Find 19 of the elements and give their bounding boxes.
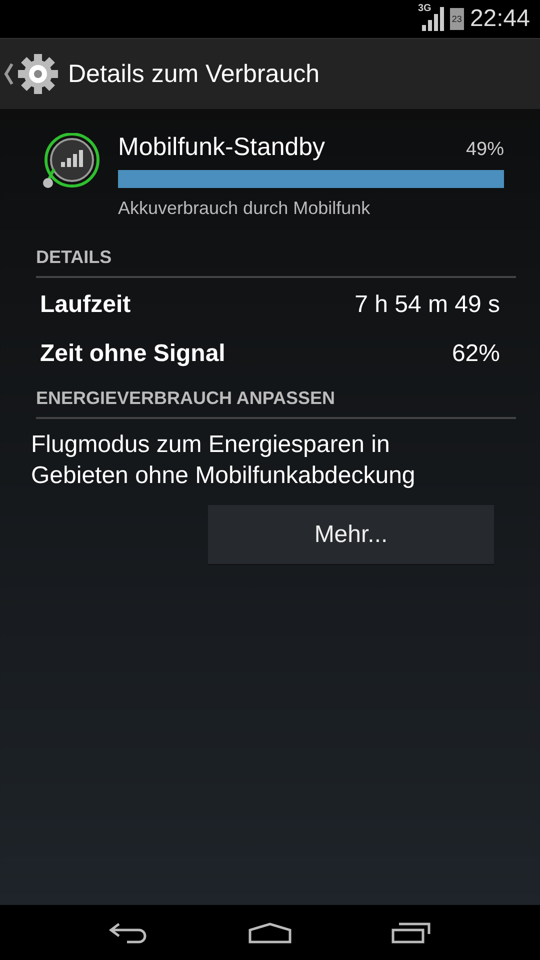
clock: 22:44 <box>470 5 530 33</box>
settings-icon[interactable] <box>16 52 60 96</box>
detail-value: 7 h 54 m 49 s <box>354 290 500 318</box>
usage-subtitle: Akkuverbrauch durch Mobilfunk <box>118 198 372 219</box>
recent-apps-icon[interactable] <box>390 922 431 944</box>
section-header: DETAILS <box>36 247 516 278</box>
usage-percent: 49% <box>466 139 504 161</box>
network-type-label: 3G <box>418 3 432 14</box>
more-button[interactable]: Mehr... <box>208 505 494 565</box>
home-icon[interactable] <box>248 922 292 944</box>
screen-title: Details zum Verbrauch <box>68 60 320 88</box>
detail-label: Zeit ohne Signal <box>40 340 226 368</box>
usage-name: Mobilfunk-Standby <box>118 133 326 162</box>
detail-label: Laufzeit <box>40 290 131 318</box>
section-header: ENERGIEVERBRAUCH ANPASSEN <box>36 388 516 419</box>
hint-text: Flugmodus zum Energiesparen in Gebieten ohne Mobilfunkabdeckung <box>31 430 416 491</box>
detail-value: 62% <box>452 340 500 368</box>
back-caret-icon[interactable] <box>4 63 14 85</box>
battery-icon: 23 <box>450 8 464 30</box>
